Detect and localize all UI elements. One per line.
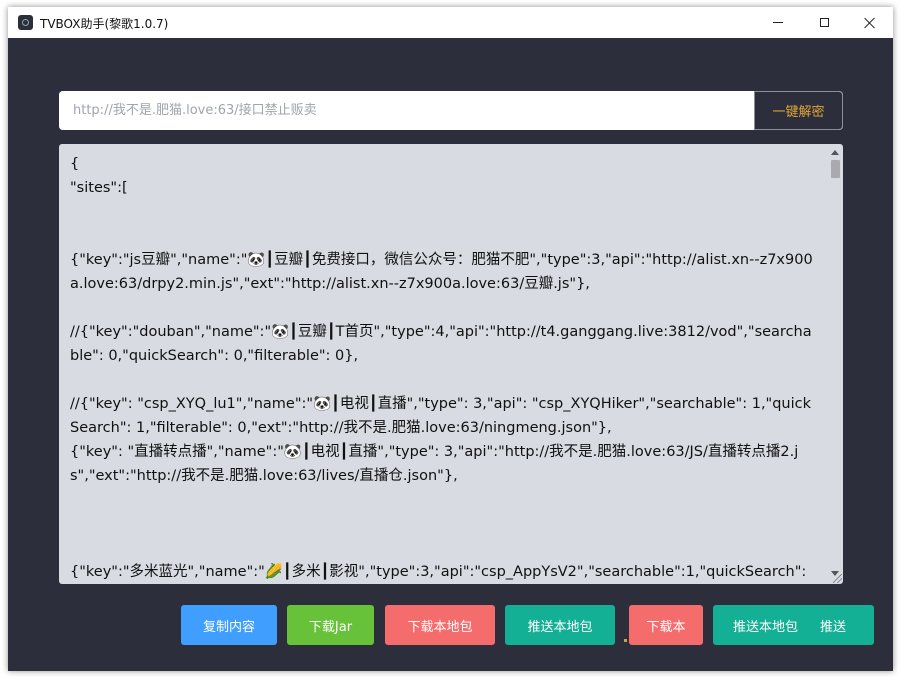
app-logo-icon bbox=[18, 15, 33, 30]
main-panel: 一键解密 { "sites":[ {"key":"js豆瓣","name":"🐼┃豆… bbox=[8, 38, 893, 671]
config-line bbox=[70, 224, 815, 248]
config-text-area[interactable]: { "sites":[ {"key":"js豆瓣","name":"🐼┃豆瓣┃免费接… bbox=[59, 144, 843, 584]
url-input[interactable] bbox=[59, 91, 754, 130]
config-line bbox=[70, 488, 815, 512]
config-text[interactable]: { "sites":[ {"key":"js豆瓣","name":"🐼┃豆瓣┃免费接… bbox=[70, 152, 815, 584]
maximize-button[interactable] bbox=[801, 7, 847, 38]
config-line bbox=[70, 200, 815, 224]
push-local-package-label: 推送本地包 bbox=[733, 619, 799, 635]
config-line: "sites":[ bbox=[70, 180, 128, 196]
minimize-icon bbox=[773, 22, 783, 23]
push-button-label: 推送 bbox=[820, 619, 847, 635]
config-line bbox=[70, 296, 815, 320]
config-line bbox=[70, 512, 815, 536]
download-button-truncated[interactable]: 下载本 bbox=[629, 605, 703, 645]
config-line bbox=[70, 368, 815, 392]
config-line: //{"key":"douban","name":"🐼┃豆瓣┃T首页","typ… bbox=[70, 324, 812, 364]
download-jar-button[interactable]: 下载Jar bbox=[287, 605, 374, 645]
close-button[interactable] bbox=[847, 7, 893, 38]
app-window: TVBOX助手(黎歌1.0.7) 一键解密 { "sites":[ {"key":"… bbox=[8, 7, 893, 671]
title-bar[interactable]: TVBOX助手(黎歌1.0.7) bbox=[8, 7, 893, 38]
scroll-up-arrow-icon[interactable] bbox=[831, 150, 839, 155]
config-line bbox=[70, 536, 815, 560]
config-line: {"key":"多米蓝光","name":"🌽┃多米┃影视","type":3,… bbox=[70, 564, 807, 580]
push-local-package-button-2[interactable]: 推送本地包 推送 bbox=[713, 605, 874, 645]
resize-grip-icon[interactable] bbox=[833, 574, 842, 583]
push-local-package-button[interactable]: 推送本地包 bbox=[505, 605, 615, 645]
vertical-scrollbar[interactable] bbox=[828, 146, 842, 580]
stray-mark bbox=[624, 639, 627, 642]
copy-content-button[interactable]: 复制内容 bbox=[181, 605, 277, 645]
config-line: { bbox=[70, 156, 80, 172]
scrollbar-thumb[interactable] bbox=[831, 160, 840, 178]
download-local-package-button[interactable]: 下载本地包 bbox=[385, 605, 495, 645]
decrypt-button[interactable]: 一键解密 bbox=[754, 91, 843, 130]
config-line: //{"key": "csp_XYQ_lu1","name":"🐼┃电视┃直播"… bbox=[70, 396, 812, 436]
maximize-icon bbox=[819, 18, 829, 27]
config-line: {"key": "直播转点播","name":"🐼┃电视┃直播","type":… bbox=[70, 444, 799, 484]
config-line: {"key":"js豆瓣","name":"🐼┃豆瓣┃免费接口，微信公众号：肥猫… bbox=[70, 252, 813, 292]
minimize-button[interactable] bbox=[755, 7, 801, 38]
url-bar: 一键解密 bbox=[59, 91, 843, 130]
window-title: TVBOX助手(黎歌1.0.7) bbox=[40, 17, 169, 31]
close-icon bbox=[864, 17, 876, 29]
